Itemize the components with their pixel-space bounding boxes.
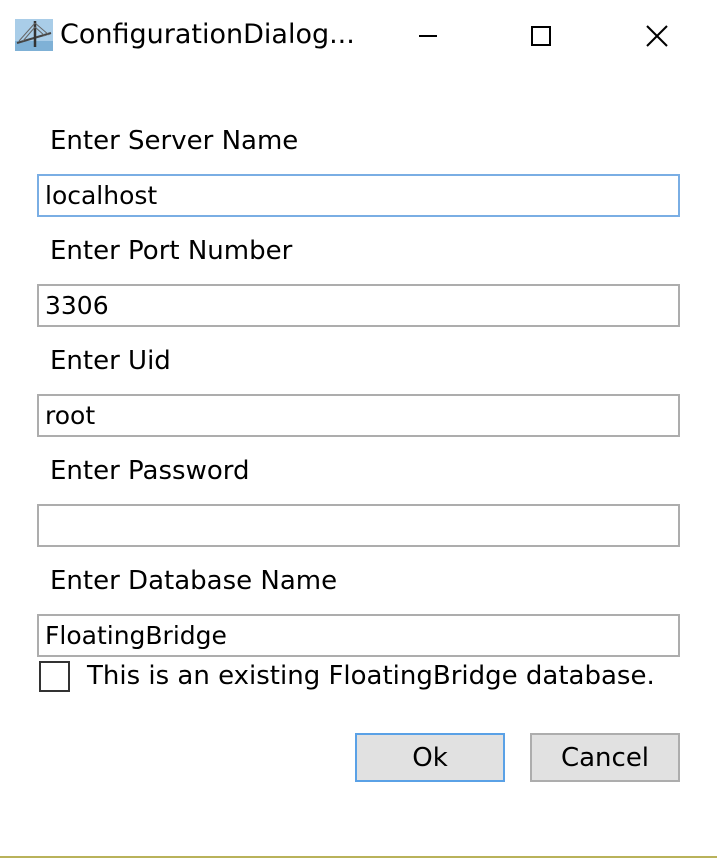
ok-button[interactable]: Ok: [355, 733, 505, 782]
existing-database-checkbox[interactable]: [39, 660, 70, 692]
cancel-button[interactable]: Cancel: [530, 733, 680, 782]
port-number-label: Enter Port Number: [50, 236, 293, 266]
server-name-label: Enter Server Name: [50, 126, 299, 156]
bridge-app-icon: [15, 19, 53, 51]
close-icon: [646, 25, 668, 47]
minimize-icon: [419, 35, 437, 37]
window-title: ConfigurationDialog...: [60, 19, 355, 50]
server-name-input[interactable]: [37, 174, 680, 217]
database-name-label: Enter Database Name: [50, 566, 338, 596]
close-button[interactable]: [602, 0, 712, 72]
database-name-input[interactable]: [37, 614, 680, 657]
password-label: Enter Password: [50, 456, 250, 486]
maximize-button[interactable]: [486, 0, 596, 72]
maximize-icon: [531, 26, 551, 46]
uid-label: Enter Uid: [50, 346, 171, 376]
title-bar[interactable]: ConfigurationDialog...: [0, 0, 717, 72]
configuration-dialog: ConfigurationDialog... Enter Server Name…: [0, 0, 717, 858]
existing-database-label: This is an existing FloatingBridge datab…: [87, 661, 655, 691]
existing-database-option[interactable]: This is an existing FloatingBridge datab…: [39, 659, 655, 693]
minimize-button[interactable]: [373, 0, 483, 72]
password-input[interactable]: [37, 504, 680, 547]
uid-input[interactable]: [37, 394, 680, 437]
port-number-input[interactable]: [37, 284, 680, 327]
